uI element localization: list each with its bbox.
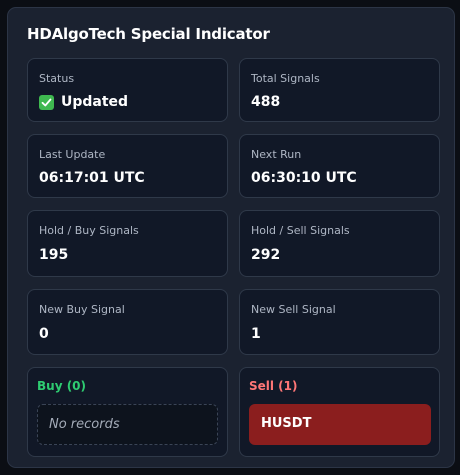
new-sell-label: New Sell Signal bbox=[251, 303, 336, 316]
next-run-value: 06:30:10 UTC bbox=[251, 170, 357, 186]
sell-list-title: Sell (1) bbox=[249, 379, 298, 393]
last-update-card: Last Update 06:17:01 UTC bbox=[27, 134, 228, 198]
sell-list-card: Sell (1) HUSDT bbox=[239, 367, 440, 457]
last-update-value: 06:17:01 UTC bbox=[39, 170, 145, 186]
buy-list-title: Buy (0) bbox=[37, 379, 87, 393]
next-run-card: Next Run 06:30:10 UTC bbox=[239, 134, 440, 198]
new-buy-value: 0 bbox=[39, 326, 49, 342]
buy-list-empty: No records bbox=[37, 404, 218, 445]
status-label: Status bbox=[39, 72, 75, 85]
new-buy-card: New Buy Signal 0 bbox=[27, 289, 228, 355]
empty-text: No records bbox=[49, 417, 120, 432]
hold-buy-label: Hold / Buy Signals bbox=[39, 224, 139, 237]
panel-title: HDAlgoTech Special Indicator bbox=[27, 25, 270, 43]
indicator-panel: HDAlgoTech Special Indicator Status Upda… bbox=[7, 7, 455, 468]
new-buy-label: New Buy Signal bbox=[39, 303, 125, 316]
buy-list-card: Buy (0) No records bbox=[27, 367, 228, 457]
hold-sell-card: Hold / Sell Signals 292 bbox=[239, 210, 440, 277]
hold-sell-label: Hold / Sell Signals bbox=[251, 224, 350, 237]
next-run-label: Next Run bbox=[251, 148, 302, 161]
hold-sell-value: 292 bbox=[251, 247, 281, 263]
sell-item-symbol: HUSDT bbox=[261, 416, 312, 431]
new-sell-value: 1 bbox=[251, 326, 261, 342]
total-signals-card: Total Signals 488 bbox=[239, 58, 440, 122]
hold-buy-card: Hold / Buy Signals 195 bbox=[27, 210, 228, 277]
total-signals-value: 488 bbox=[251, 94, 281, 110]
sell-list-item[interactable]: HUSDT bbox=[249, 404, 431, 445]
last-update-label: Last Update bbox=[39, 148, 106, 161]
status-text: Updated bbox=[61, 94, 129, 110]
total-signals-label: Total Signals bbox=[251, 72, 320, 85]
check-icon bbox=[39, 94, 54, 110]
new-sell-card: New Sell Signal 1 bbox=[239, 289, 440, 355]
status-value: Updated bbox=[39, 94, 128, 110]
hold-buy-value: 195 bbox=[39, 247, 69, 263]
status-card: Status Updated bbox=[27, 58, 228, 122]
